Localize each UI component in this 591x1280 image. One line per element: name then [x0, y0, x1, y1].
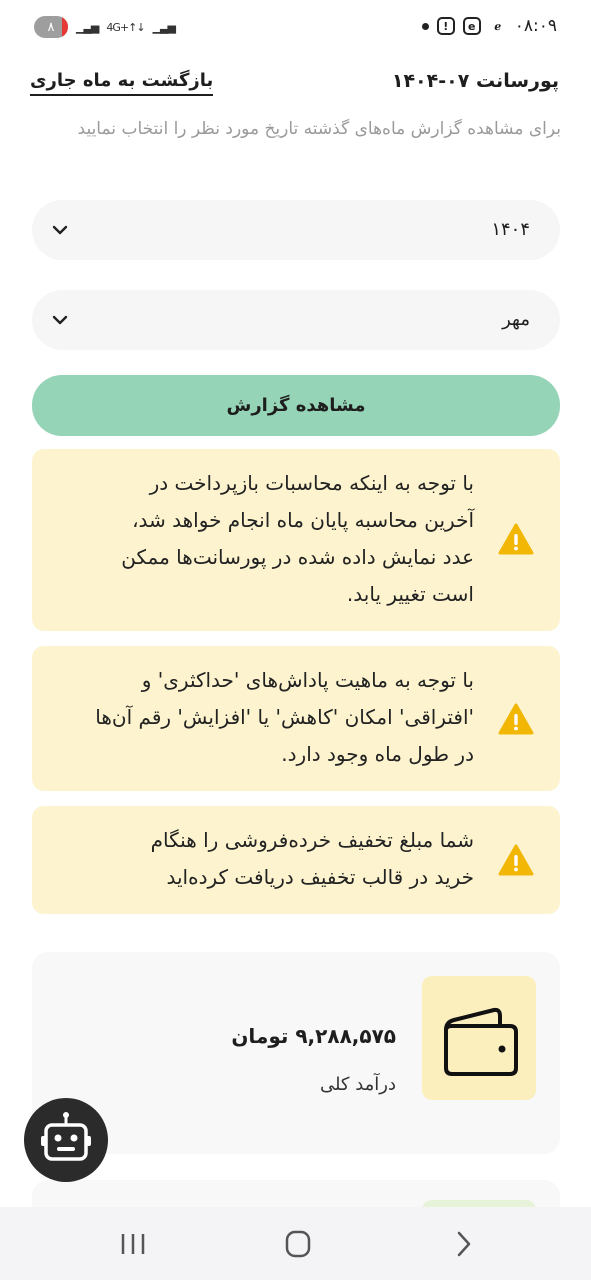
- notice-text: با توجه به ماهیت پاداش‌های 'حداکثری' و '…: [95, 662, 474, 773]
- total-income-label: درآمد کلی: [319, 1074, 396, 1095]
- battery-icon: ۸: [34, 16, 68, 38]
- back-icon[interactable]: [443, 1227, 483, 1261]
- notice-line: 'افتراقی' امکان 'کاهش' یا 'افزایش' رقم آ…: [95, 705, 474, 729]
- total-income-card[interactable]: ۹,۲۸۸,۵۷۵ تومان درآمد کلی: [32, 952, 560, 1154]
- battery-level: ۸: [47, 19, 55, 35]
- home-icon[interactable]: [278, 1227, 318, 1261]
- notice-line: است تغییر یابد.: [346, 582, 474, 606]
- page-subtitle: برای مشاهده گزارش ماه‌های گذشته تاریخ مو…: [77, 119, 561, 139]
- alert-icon: !: [436, 17, 455, 35]
- notice-line: در طول ماه وجود دارد.: [281, 742, 474, 766]
- wallet-icon: [444, 1007, 518, 1076]
- warning-icon: [498, 703, 534, 735]
- clock: ۰۸:۰۹: [514, 16, 557, 36]
- signal-icon: ▁▃▅: [152, 20, 176, 34]
- notice-line: آخرین محاسبه پایان ماه انجام خواهد شد،: [132, 508, 474, 532]
- warning-icon: [498, 523, 534, 555]
- chevron-down-icon: [52, 315, 68, 325]
- view-report-button[interactable]: مشاهده گزارش: [32, 375, 560, 436]
- notice-text: با توجه به اینکه محاسبات بازپرداخت در آخ…: [121, 465, 474, 613]
- network-icon: 4G+↑↓: [106, 20, 145, 34]
- status-right: ! e ℯ ۰۸:۰۹: [421, 16, 557, 36]
- network-label: 4G+: [106, 20, 129, 34]
- notice-card: شما مبلغ تخفیف خرده‌فروشی را هنگام خرید …: [32, 806, 560, 914]
- notice-line: با توجه به اینکه محاسبات بازپرداخت در: [149, 471, 474, 495]
- warning-icon: [498, 844, 534, 876]
- app-icon: e: [462, 17, 481, 35]
- signal-icon: ▁▃▅: [76, 20, 99, 34]
- app-icon: ℯ: [494, 19, 502, 33]
- system-navigation-bar: [0, 1207, 591, 1280]
- wallet-icon-box: [422, 976, 536, 1100]
- robot-icon: [41, 1112, 91, 1161]
- year-select-value: ۱۴۰۴: [491, 219, 530, 240]
- chevron-down-icon: [52, 225, 68, 235]
- notice-line: شما مبلغ تخفیف خرده‌فروشی را هنگام: [150, 828, 474, 852]
- notice-line: عدد نمایش داده شده در پورسانت‌ها ممکن: [121, 545, 474, 569]
- month-select-value: مهر: [502, 309, 530, 330]
- notice-line: با توجه به ماهیت پاداش‌های 'حداکثری' و: [141, 668, 474, 692]
- recent-apps-icon[interactable]: [113, 1227, 153, 1261]
- month-select[interactable]: مهر: [32, 290, 560, 350]
- year-select[interactable]: ۱۴۰۴: [32, 200, 560, 260]
- notice-card: با توجه به ماهیت پاداش‌های 'حداکثری' و '…: [32, 646, 560, 791]
- back-to-current-month-link[interactable]: بازگشت به ماه جاری: [30, 70, 214, 96]
- notice-card: با توجه به اینکه محاسبات بازپرداخت در آخ…: [32, 449, 560, 631]
- total-income-amount: ۹,۲۸۸,۵۷۵ تومان: [231, 1024, 396, 1048]
- notice-text: شما مبلغ تخفیف خرده‌فروشی را هنگام خرید …: [151, 822, 474, 896]
- page-title: پورسانت ۰۷-۱۴۰۴: [391, 70, 559, 92]
- status-bar: ۸ ▁▃▅ 4G+↑↓ ▁▃▅ ! e ℯ ۰۸:۰۹: [0, 0, 591, 56]
- status-left: ۸ ▁▃▅ 4G+↑↓ ▁▃▅: [34, 16, 176, 38]
- dot-icon: [421, 22, 429, 30]
- notice-line: خرید در قالب تخفیف دریافت کرده‌اید: [166, 865, 474, 889]
- support-bot-button[interactable]: [24, 1098, 108, 1182]
